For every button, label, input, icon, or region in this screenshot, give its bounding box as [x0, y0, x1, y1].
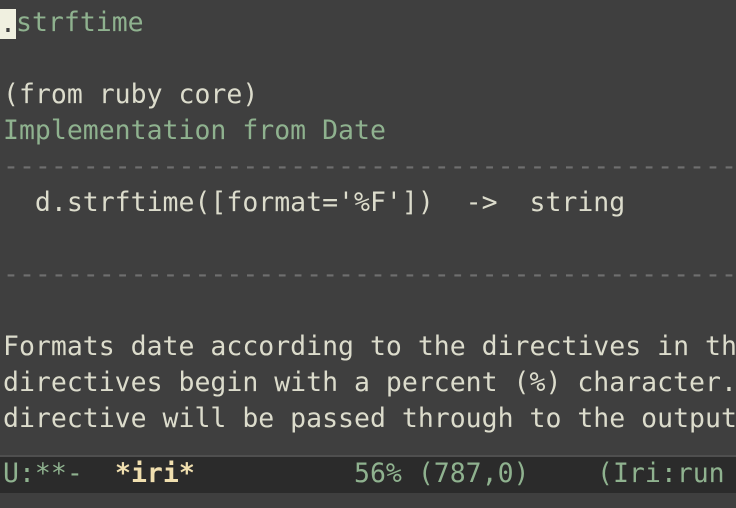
separator-rule-bottom: ----------------------------------------…	[3, 259, 736, 290]
text-cursor: .	[0, 7, 16, 39]
ri-documentation-buffer[interactable]: .strftime (from ruby core) Implementatio…	[0, 0, 736, 455]
description-line-1: Formats date according to the directives…	[3, 331, 736, 362]
modeline-buffer-name[interactable]: *iri*	[115, 457, 195, 491]
modeline-status: U:**-	[3, 458, 83, 489]
description-line-3: directive will be passed through to the …	[3, 403, 736, 434]
echo-area	[0, 493, 736, 508]
origin-line: (from ruby core)	[3, 79, 259, 110]
modeline-position: 56% (787,0)	[354, 458, 530, 489]
method-title-line: .strftime	[0, 5, 144, 41]
implementation-line: Implementation from Date	[3, 115, 386, 146]
description-line-2: directives begin with a percent (%) char…	[3, 367, 736, 398]
method-title: strftime	[16, 7, 144, 38]
modeline-major-mode[interactable]: (Iri:run	[597, 457, 725, 491]
separator-rule-top: ----------------------------------------…	[3, 151, 736, 182]
mode-line[interactable]: U:**- *iri* 56% (787,0) (Iri:run	[0, 455, 736, 493]
method-signature: d.strftime([format='%F']) -> string	[3, 187, 626, 218]
emacs-frame: .strftime (from ruby core) Implementatio…	[0, 0, 736, 508]
